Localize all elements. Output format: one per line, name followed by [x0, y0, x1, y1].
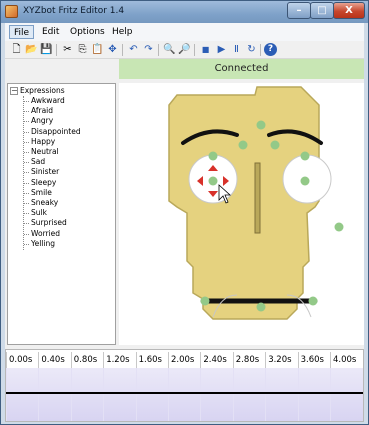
collapse-icon[interactable]: −: [10, 87, 18, 95]
redo-icon[interactable]: ↷: [142, 43, 155, 56]
timeline-grid-line: [135, 368, 137, 421]
timeline-tick-label: 0.40s: [38, 352, 69, 368]
timeline-tick-label: 1.20s: [103, 352, 134, 368]
tree-root-label: Expressions: [20, 86, 65, 95]
menu-bar: File Edit Options Help: [5, 23, 364, 41]
app-icon: [5, 5, 18, 18]
timeline[interactable]: 0.00s 0.40s 0.80s 1.20s 1.60s 2.00s 2.40s 2.80s…: [5, 349, 364, 422]
copy-icon[interactable]: ⎘: [76, 43, 89, 56]
timeline-tick-label: 0.00s: [6, 352, 37, 368]
timeline-tick-label: 2.80s: [232, 352, 264, 368]
handle-mouth-center: [256, 302, 266, 312]
client-area: File Edit Options Help 🗋 📂 💾 ✂ ⎘ 📋 ✥ ↶ ↷…: [5, 23, 364, 422]
timeline-grid-line: [330, 368, 331, 421]
tree-item-label: Surprised: [31, 218, 67, 228]
tree-item-label: Angry: [31, 116, 54, 126]
tree-item-label: Sneaky: [31, 198, 59, 207]
connection-status: Connected: [119, 59, 364, 79]
menu-edit[interactable]: Edit: [38, 25, 63, 39]
tree-item-label: Afraid: [31, 106, 54, 116]
tree-item-label: Sulk: [31, 208, 47, 218]
zoom-in-icon[interactable]: 🔍: [163, 43, 176, 56]
tree-item-label: Smile: [31, 187, 52, 197]
help-icon[interactable]: ?: [264, 43, 277, 56]
timeline-tick-label: 2.40s: [200, 352, 231, 368]
tree-item-label: Worried: [31, 228, 61, 238]
handle-left-brow: [238, 140, 248, 150]
timeline-tick-label: 3.20s: [265, 352, 296, 368]
timeline-tick-label: 0.80s: [70, 352, 102, 368]
undo-icon[interactable]: ↶: [127, 43, 140, 56]
pause-icon[interactable]: Ⅱ: [230, 43, 243, 56]
timeline-tick-label: 2.00s: [168, 352, 199, 368]
window-title: XYZbot Fritz Editor 1.4: [23, 6, 125, 16]
minimize-button[interactable]: –: [287, 2, 311, 19]
tree-item-label: Sleepy: [31, 177, 57, 187]
handle-left-pupil: [208, 176, 218, 186]
toolbar: 🗋 📂 💾 ✂ ⎘ 📋 ✥ ↶ ↷ 🔍 🔎 ■ ▶ Ⅱ ↻ ?: [5, 41, 364, 59]
new-file-icon[interactable]: 🗋: [10, 43, 23, 56]
handle-left-eye-top: [208, 151, 218, 161]
handle-mouth-left: [200, 296, 210, 306]
handle-brow-center: [256, 120, 266, 130]
handle-right-brow: [270, 140, 280, 150]
timeline-tick-label: 3.60s: [297, 352, 329, 368]
timeline-track[interactable]: [6, 368, 363, 421]
maximize-button[interactable]: □: [310, 2, 334, 19]
app-window: XYZbot Fritz Editor 1.4 – □ X File Edit …: [0, 0, 369, 425]
loop-icon[interactable]: ↻: [245, 43, 258, 56]
close-button[interactable]: X: [333, 2, 365, 19]
title-bar[interactable]: XYZbot Fritz Editor 1.4 – □ X: [1, 1, 368, 23]
timeline-grid-line: [103, 368, 105, 421]
timeline-grid-line: [70, 368, 72, 421]
timeline-grid-line: [297, 368, 299, 421]
save-icon[interactable]: 💾: [40, 43, 53, 56]
timeline-tick-label: 1.60s: [135, 352, 167, 368]
tree-item-label: Disappointed: [31, 126, 81, 136]
timeline-grid-line: [38, 368, 40, 421]
timeline-grid-line: [265, 368, 267, 421]
menu-file[interactable]: File: [9, 25, 35, 39]
tree-item-label: Sinister: [31, 167, 60, 177]
face-canvas[interactable]: [119, 83, 364, 345]
nose: [254, 162, 261, 234]
tree-item-label: Yelling: [31, 238, 55, 248]
timeline-tick-label: 4.00s: [330, 352, 361, 368]
tree-item-label: Neutral: [31, 147, 59, 156]
timeline-grid-line: [200, 368, 202, 421]
open-folder-icon[interactable]: 📂: [25, 43, 38, 56]
handle-mouth-right: [308, 296, 318, 306]
timeline-grid-line: [168, 368, 169, 421]
stop-icon[interactable]: ■: [199, 43, 212, 56]
handle-right-side: [334, 222, 344, 232]
expressions-tree[interactable]: − Expressions Awkward Afraid Angry Disappoi…: [7, 83, 116, 345]
cut-icon[interactable]: ✂: [61, 43, 74, 56]
menu-options[interactable]: Options: [66, 25, 109, 39]
paste-icon[interactable]: 📋: [91, 43, 104, 56]
timeline-grid-line: [6, 368, 7, 421]
tree-item-label: Happy: [31, 136, 56, 146]
tree-item-label: Awkward: [31, 96, 65, 105]
zoom-out-icon[interactable]: 🔎: [178, 43, 191, 56]
handle-right-pupil: [300, 176, 310, 186]
tree-item-label: Sad: [31, 157, 46, 167]
face-drawing[interactable]: [119, 83, 364, 345]
handle-right-eye-top: [300, 151, 310, 161]
play-icon[interactable]: ▶: [215, 43, 228, 56]
face-head: [168, 86, 320, 320]
move-icon[interactable]: ✥: [106, 43, 119, 56]
menu-help[interactable]: Help: [108, 25, 137, 39]
timeline-keyline: [6, 392, 363, 394]
timeline-grid-line: [232, 368, 234, 421]
